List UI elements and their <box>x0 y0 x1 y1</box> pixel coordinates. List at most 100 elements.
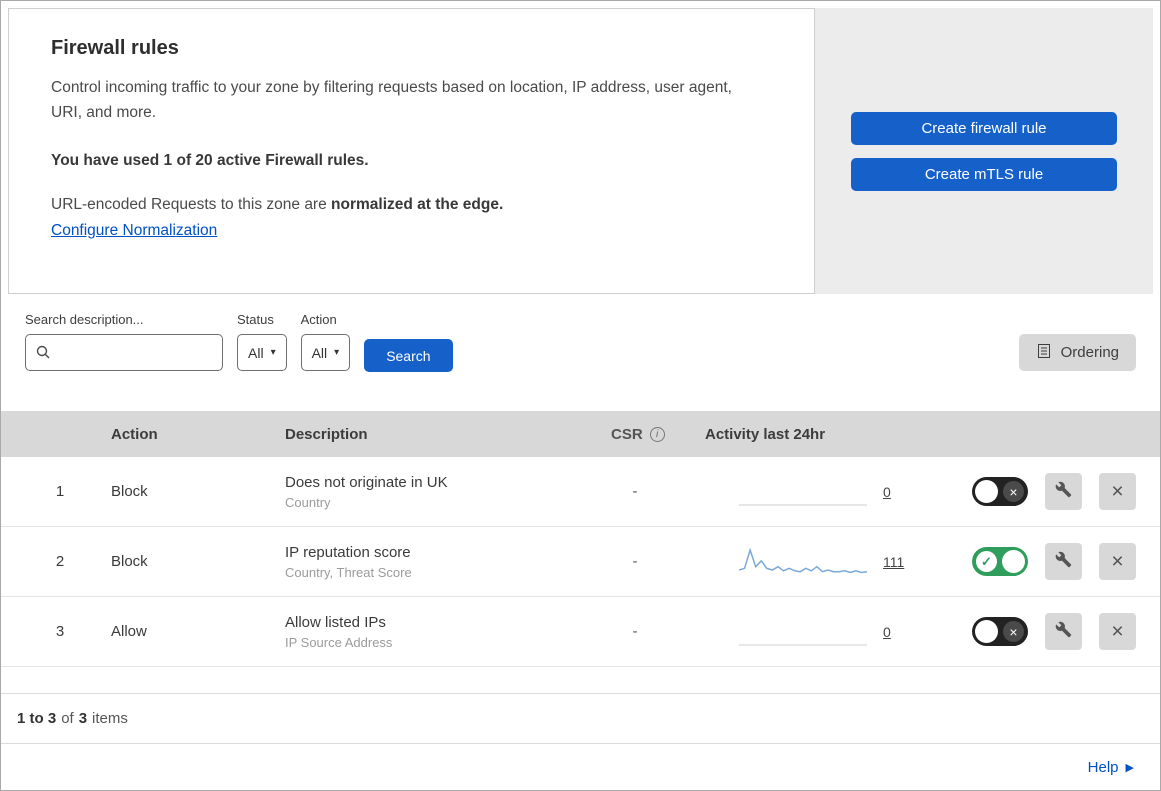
normalization-bold: normalized at the edge. <box>331 195 504 213</box>
activity-sparkline <box>739 644 867 645</box>
search-button[interactable]: Search <box>364 339 453 372</box>
status-label: Status <box>237 312 274 327</box>
table-row: 3 Allow Allow listed IPs IP Source Addre… <box>1 597 1160 667</box>
table-spacer <box>1 667 1160 693</box>
page-description: Control incoming traffic to your zone by… <box>51 79 732 121</box>
wrench-icon <box>1055 551 1072 572</box>
status-dropdown[interactable]: All ▾ <box>237 334 287 371</box>
rule-csr: - <box>632 483 638 500</box>
edit-rule-button[interactable] <box>1045 473 1082 510</box>
rule-enable-toggle[interactable]: ✓ × <box>972 477 1028 506</box>
action-label: Action <box>300 312 337 327</box>
items-range: 1 to 3 <box>17 710 57 727</box>
close-icon: × <box>1111 620 1124 643</box>
rule-enable-toggle[interactable]: ✓ × <box>972 617 1028 646</box>
firewall-info-card: Firewall rules Control incoming traffic … <box>8 8 815 294</box>
rule-description: IP reputation score <box>285 543 411 561</box>
ordering-button[interactable]: Ordering <box>1018 334 1136 371</box>
items-of: of <box>61 710 74 727</box>
edit-rule-button[interactable] <box>1045 613 1082 650</box>
items-total: 3 <box>78 710 88 727</box>
rule-description-cell: IP reputation score Country, Threat Scor… <box>265 544 575 580</box>
create-firewall-rule-button[interactable]: Create firewall rule <box>851 111 1117 145</box>
rule-criteria: Country <box>285 494 331 510</box>
rule-priority: 1 <box>55 483 65 500</box>
activity-count-link[interactable]: 111 <box>883 554 904 570</box>
column-header-action: Action <box>111 425 158 443</box>
help-link[interactable]: Help ▶ <box>1088 759 1134 776</box>
chevron-down-icon: ▾ <box>334 347 340 358</box>
activity-sparkline-wrap: 0 <box>739 616 891 648</box>
activity-sparkline <box>739 547 867 573</box>
rule-controls: ✓ × × <box>925 613 1160 650</box>
search-input[interactable] <box>25 334 223 371</box>
search-icon <box>35 344 51 365</box>
search-group: Search description... <box>25 312 223 371</box>
ordering-button-label: Ordering <box>1060 344 1119 361</box>
pagination-summary: 1 to 3 of 3 items <box>1 693 1160 743</box>
action-filter-group: Action All ▾ <box>300 312 351 371</box>
delete-rule-button[interactable]: × <box>1099 613 1136 650</box>
csr-header-label: CSR <box>611 425 643 443</box>
close-icon: × <box>1111 550 1124 573</box>
status-dropdown-value: All <box>248 344 264 361</box>
configure-normalization-link[interactable]: Configure Normalization <box>51 222 217 240</box>
items-label: items <box>92 710 128 727</box>
x-icon: × <box>1003 621 1024 642</box>
activity-sparkline-wrap: 111 <box>739 546 904 578</box>
column-header-description: Description <box>285 425 368 443</box>
column-header-csr: CSR i <box>575 426 695 443</box>
toggle-knob <box>975 480 998 503</box>
chevron-down-icon: ▾ <box>270 347 276 358</box>
search-label: Search description... <box>25 312 144 327</box>
column-header-activity: Activity last 24hr <box>705 425 826 443</box>
table-header: Action Description CSR i Activity last 2… <box>1 411 1160 457</box>
info-icon[interactable]: i <box>649 426 665 442</box>
normalization-note: URL-encoded Requests to this zone are no… <box>51 196 772 214</box>
filter-bar: Search description... Status All ▾ Actio… <box>1 294 1160 411</box>
delete-rule-button[interactable]: × <box>1099 543 1136 580</box>
rule-criteria: IP Source Address <box>285 634 393 650</box>
rule-action: Block <box>111 483 148 500</box>
status-filter-group: Status All ▾ <box>237 312 287 371</box>
rule-description-cell: Allow listed IPs IP Source Address <box>265 614 575 650</box>
rule-priority: 2 <box>55 553 65 570</box>
rule-csr: - <box>632 623 638 640</box>
arrow-right-icon: ▶ <box>1125 761 1134 774</box>
rule-csr: - <box>632 553 638 570</box>
wrench-icon <box>1055 481 1072 502</box>
rule-activity-cell: 0 <box>695 616 925 648</box>
header-section: Firewall rules Control incoming traffic … <box>1 1 1160 294</box>
activity-sparkline <box>739 504 867 505</box>
rule-enable-toggle[interactable]: ✓ × <box>972 547 1028 576</box>
table-row: 2 Block IP reputation score Country, Thr… <box>1 527 1160 597</box>
help-footer: Help ▶ <box>1 743 1160 790</box>
rule-description-cell: Does not originate in UK Country <box>265 474 575 510</box>
rule-description: Does not originate in UK <box>285 473 448 491</box>
activity-count-link[interactable]: 0 <box>883 484 891 500</box>
activity-count-link[interactable]: 0 <box>883 624 891 640</box>
create-mtls-rule-button[interactable]: Create mTLS rule <box>851 157 1117 191</box>
check-icon: ✓ <box>976 551 997 572</box>
x-icon: × <box>1003 481 1024 502</box>
action-dropdown[interactable]: All ▾ <box>300 334 351 371</box>
rule-activity-cell: 111 <box>695 546 925 578</box>
rule-description: Allow listed IPs <box>285 613 386 631</box>
action-dropdown-value: All <box>311 344 328 361</box>
actions-panel: Create firewall rule Create mTLS rule <box>815 8 1153 294</box>
rule-controls: ✓ × × <box>925 473 1160 510</box>
ordering-list-icon <box>1036 343 1052 363</box>
page-title: Firewall rules <box>51 37 179 59</box>
rule-activity-cell: 0 <box>695 476 925 508</box>
help-link-label: Help <box>1087 758 1119 776</box>
edit-rule-button[interactable] <box>1045 543 1082 580</box>
rule-criteria: Country, Threat Score <box>285 564 412 580</box>
delete-rule-button[interactable]: × <box>1099 473 1136 510</box>
close-icon: × <box>1111 480 1124 503</box>
wrench-icon <box>1055 621 1072 642</box>
firewall-rules-page: Firewall rules Control incoming traffic … <box>0 0 1161 791</box>
rule-priority: 3 <box>55 623 65 640</box>
search-box <box>25 334 223 371</box>
table-row: 1 Block Does not originate in UK Country… <box>1 457 1160 527</box>
rule-action: Block <box>111 553 148 570</box>
